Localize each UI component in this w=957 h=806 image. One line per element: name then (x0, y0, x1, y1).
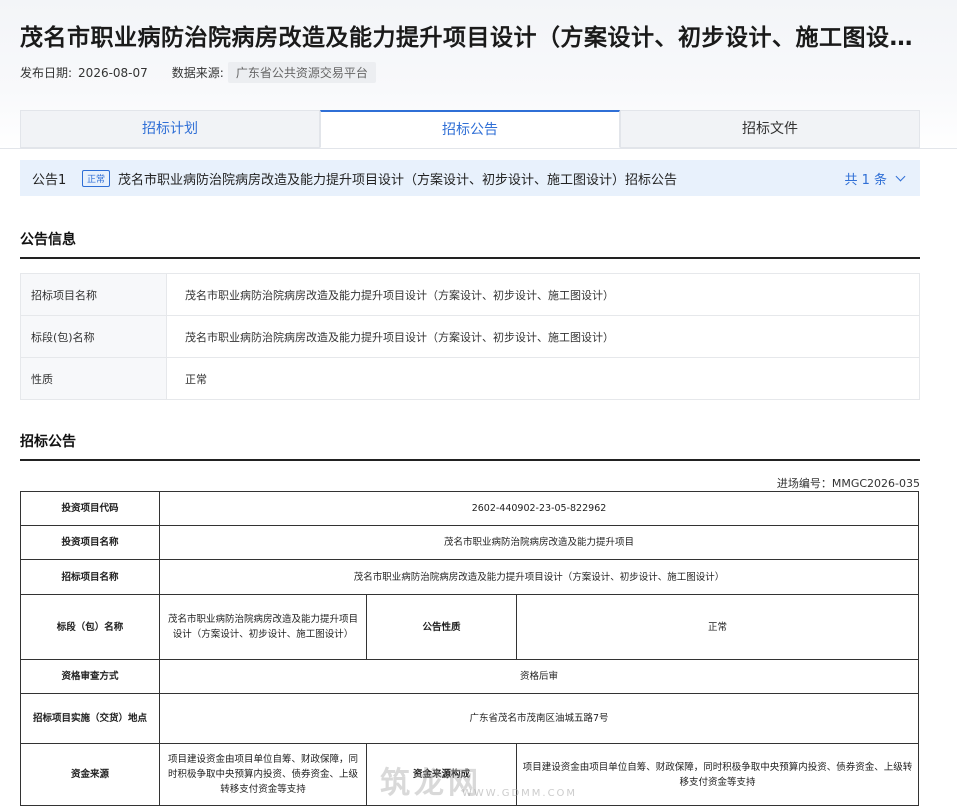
info-label: 招标项目名称 (21, 274, 167, 315)
info-label: 性质 (21, 358, 167, 399)
publish-date-label: 发布日期: (20, 66, 73, 80)
page-meta: 发布日期: 2026-08-07 数据来源: 广东省公共资源交易平台 (20, 62, 376, 83)
source-label: 数据来源: (171, 66, 224, 80)
cell-value: 茂名市职业病防治院病房改造及能力提升项目 (159, 525, 919, 560)
cell-value: 茂名市职业病防治院病房改造及能力提升项目设计（方案设计、初步设计、施工图设计） (159, 559, 919, 595)
notice-selector[interactable]: 公告1 正常 茂名市职业病防治院病房改造及能力提升项目设计（方案设计、初步设计、… (20, 160, 920, 196)
info-value: 茂名市职业病防治院病房改造及能力提升项目设计（方案设计、初步设计、施工图设计） (185, 288, 614, 302)
cell-label: 标段（包）名称 (20, 594, 160, 660)
table-row: 标段（包）名称 茂名市职业病防治院病房改造及能力提升项目设计（方案设计、初步设计… (20, 594, 919, 660)
table-row: 投资项目名称 茂名市职业病防治院病房改造及能力提升项目 (20, 525, 919, 560)
tab-announcement[interactable]: 招标公告 (320, 110, 620, 148)
cell-label: 投资项目名称 (20, 525, 160, 560)
tab-documents[interactable]: 招标文件 (620, 110, 920, 148)
table-row: 投资项目代码 2602-440902-23-05-822962 (20, 491, 919, 526)
cell-value: 资格后审 (159, 659, 919, 694)
cell-value: 2602-440902-23-05-822962 (159, 491, 919, 526)
cell-value: 项目建设资金由项目单位自筹、财政保障，同时积极争取中央预算内投资、债券资金、上级… (516, 743, 919, 806)
cell-label: 资格审查方式 (20, 659, 160, 694)
notice-count: 共 1 条 (844, 172, 887, 188)
cell-label: 资金来源 (20, 743, 160, 806)
cell-value: 项目建设资金由项目单位自筹、财政保障，同时积极争取中央预算内投资、债券资金、上级… (159, 743, 367, 806)
tab-divider (0, 148, 957, 149)
cell-label: 招标项目名称 (20, 559, 160, 595)
notice-index: 公告1 (32, 172, 67, 188)
table-row: 招标项目名称 茂名市职业病防治院病房改造及能力提升项目设计（方案设计、初步设计、… (20, 559, 919, 595)
table-row: 资金来源 项目建设资金由项目单位自筹、财政保障，同时积极争取中央预算内投资、债券… (20, 743, 919, 806)
notice-title: 茂名市职业病防治院病房改造及能力提升项目设计（方案设计、初步设计、施工图设计）招… (118, 172, 678, 188)
info-row: 标段(包)名称 茂名市职业病防治院病房改造及能力提升项目设计（方案设计、初步设计… (21, 316, 919, 358)
info-table: 招标项目名称 茂名市职业病防治院病房改造及能力提升项目设计（方案设计、初步设计、… (20, 273, 920, 400)
chevron-down-icon (895, 171, 906, 181)
table-row: 招标项目实施（交货）地点 广东省茂名市茂南区油城五路7号 (20, 693, 919, 744)
info-value: 茂名市职业病防治院病房改造及能力提升项目设计（方案设计、初步设计、施工图设计） (185, 330, 614, 344)
announcement-section-title: 招标公告 (20, 431, 920, 461)
table-row: 资格审查方式 资格后审 (20, 659, 919, 694)
info-row: 招标项目名称 茂名市职业病防治院病房改造及能力提升项目设计（方案设计、初步设计、… (21, 274, 919, 316)
info-section-title: 公告信息 (20, 229, 920, 259)
entry-number: 进场编号：MMGC2026-035 (776, 477, 920, 490)
status-badge: 正常 (82, 169, 111, 187)
cell-label: 公告性质 (366, 594, 517, 660)
announcement-table: 投资项目代码 2602-440902-23-05-822962 投资项目名称 茂… (20, 491, 919, 806)
info-value: 正常 (185, 372, 207, 386)
info-label: 标段(包)名称 (21, 316, 167, 357)
info-row: 性质 正常 (21, 358, 919, 399)
publish-date: 2026-08-07 (78, 65, 148, 80)
cell-label: 招标项目实施（交货）地点 (20, 693, 160, 744)
tab-plan[interactable]: 招标计划 (20, 110, 320, 148)
notice-count-toggle[interactable]: 共 1 条 (844, 169, 906, 188)
cell-value: 广东省茂名市茂南区油城五路7号 (159, 693, 919, 744)
source-badge: 广东省公共资源交易平台 (227, 62, 376, 83)
cell-label: 投资项目代码 (20, 491, 160, 526)
page-title: 茂名市职业病防治院病房改造及能力提升项目设计（方案设计、初步设计、施工图设计） (20, 25, 920, 51)
cell-value: 正常 (516, 594, 919, 660)
tab-bar: 招标计划 招标公告 招标文件 (20, 110, 920, 148)
cell-value: 茂名市职业病防治院病房改造及能力提升项目设计（方案设计、初步设计、施工图设计） (159, 594, 367, 660)
cell-label: 资金来源构成 (366, 743, 517, 806)
